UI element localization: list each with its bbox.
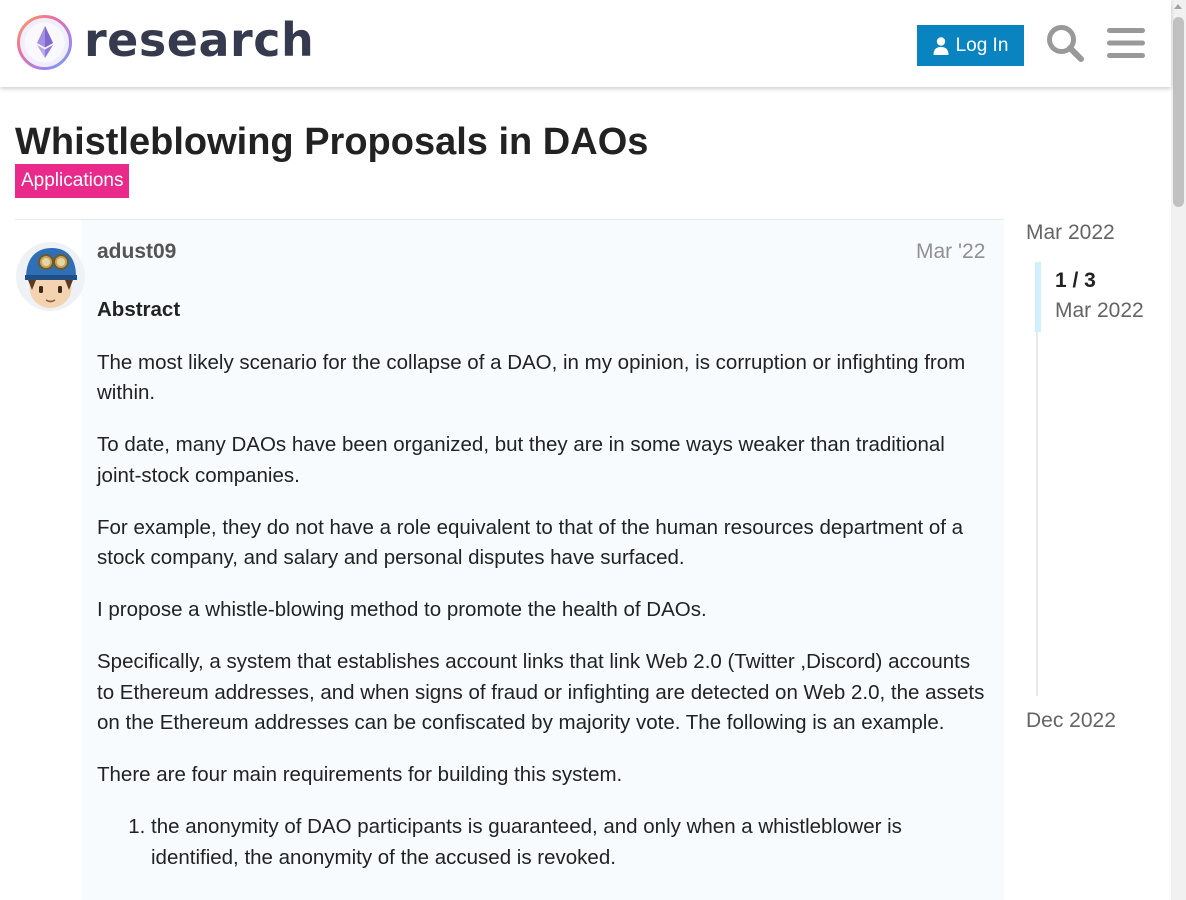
site-name: research: [84, 13, 315, 67]
site-logo[interactable]: research: [16, 13, 315, 71]
page-scrollbar[interactable]: [1171, 0, 1186, 900]
post-paragraph: I propose a whistle-blowing method to pr…: [97, 598, 707, 621]
post-content: Abstract The most likely scenario for th…: [97, 295, 992, 873]
timeline-post-counter: 1 / 3: [1055, 269, 1096, 292]
timeline-scroll-handle[interactable]: [1035, 262, 1041, 332]
post-paragraph: To date, many DAOs have been organized, …: [97, 433, 945, 487]
post-paragraph: The most likely scenario for the collaps…: [97, 350, 966, 405]
site-header: research Log In: [0, 0, 1171, 87]
post-paragraph: Specifically, a system that establishes …: [97, 650, 985, 734]
timeline-start-date[interactable]: Mar 2022: [1026, 221, 1115, 245]
requirements-list: the anonymity of DAO participants is gua…: [151, 812, 992, 873]
post-paragraph: There are four main requirements for bui…: [97, 763, 623, 786]
timeline-current-date: Mar 2022: [1055, 299, 1144, 322]
scrollbar-thumb[interactable]: [1173, 17, 1184, 207]
login-button[interactable]: Log In: [917, 25, 1024, 66]
search-button[interactable]: [1043, 20, 1087, 66]
topic-title[interactable]: Whistleblowing Proposals in DAOs: [15, 119, 648, 165]
post-author-username[interactable]: adust09: [97, 240, 176, 264]
user-avatar-icon: [16, 242, 85, 311]
login-label: Log In: [955, 34, 1009, 56]
scroll-up-arrow-icon[interactable]: [1174, 4, 1182, 9]
post-date[interactable]: Mar '22: [916, 240, 985, 264]
search-icon: [1047, 25, 1084, 62]
abstract-heading: Abstract: [97, 298, 181, 321]
timeline-end-date[interactable]: Dec 2022: [1026, 709, 1116, 733]
hamburger-menu-button[interactable]: [1105, 20, 1147, 66]
avatar[interactable]: [16, 242, 85, 311]
category-badge[interactable]: Applications: [15, 164, 130, 198]
hamburger-menu-icon: [1107, 28, 1145, 58]
list-item: the anonymity of DAO participants is gua…: [151, 812, 992, 873]
post-paragraph: For example, they do not have a role equ…: [97, 515, 964, 570]
ethereum-research-logo-icon: [17, 15, 72, 70]
user-icon: [933, 36, 949, 55]
